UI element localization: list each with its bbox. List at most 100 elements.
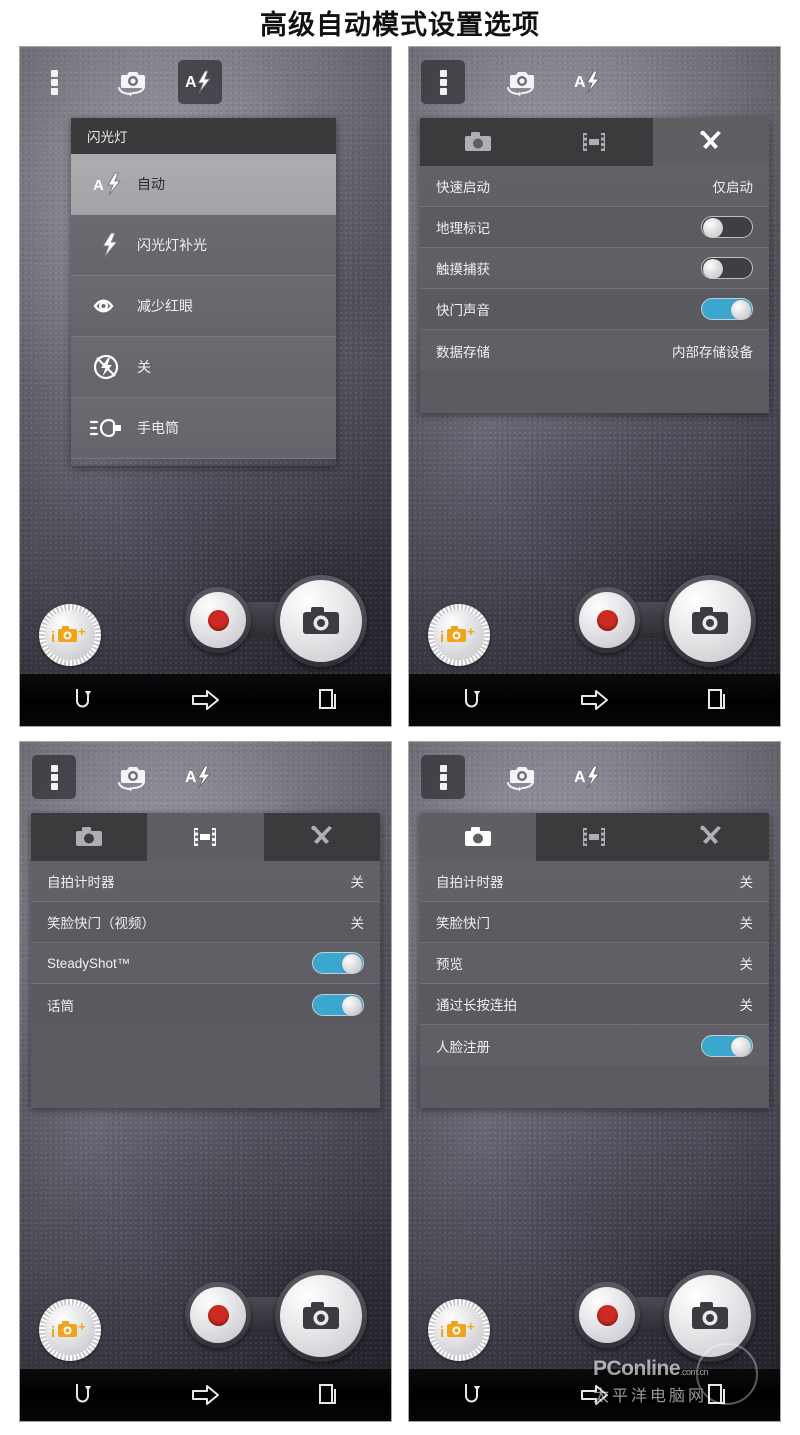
setting-row[interactable]: 话筒 <box>31 984 380 1025</box>
setting-row[interactable]: 自拍计时器 关 <box>420 861 769 902</box>
tab-video[interactable] <box>536 118 652 166</box>
switch-camera-button[interactable] <box>105 755 157 799</box>
tab-photo[interactable] <box>420 813 537 861</box>
camera-icon <box>303 1302 339 1329</box>
tab-tools[interactable] <box>652 118 769 166</box>
home-icon <box>580 1385 608 1405</box>
mode-dial-button[interactable]: i + <box>39 1299 101 1361</box>
shutter-button[interactable] <box>664 1270 756 1362</box>
tab-photo[interactable] <box>420 118 536 166</box>
tab-photo[interactable] <box>31 813 147 861</box>
back-button[interactable] <box>20 1380 144 1410</box>
setting-toggle[interactable] <box>701 1034 753 1057</box>
home-button[interactable] <box>533 687 657 713</box>
home-button[interactable] <box>144 687 268 713</box>
setting-row[interactable]: 数据存储 内部存储设备 <box>420 330 769 371</box>
svg-text:i: i <box>440 629 444 646</box>
record-dot-icon <box>596 1304 618 1326</box>
flash-mode-button[interactable]: A <box>567 755 611 799</box>
setting-row[interactable]: 自拍计时器 关 <box>31 861 380 902</box>
switch-camera-icon <box>507 767 534 792</box>
mode-dial-button[interactable]: i + <box>428 1299 490 1361</box>
overflow-menu-button[interactable] <box>421 755 465 799</box>
flash-option-torch[interactable]: 手电筒 <box>71 398 336 459</box>
setting-toggle[interactable] <box>312 993 364 1016</box>
setting-value: 关 <box>739 957 754 972</box>
shutter-button[interactable] <box>275 1270 367 1362</box>
setting-row[interactable]: SteadyShot™ <box>31 943 380 984</box>
shutter-button-face <box>280 580 362 662</box>
switch-camera-icon <box>507 72 534 97</box>
switch-camera-button[interactable] <box>494 755 546 799</box>
settings-tabs <box>420 813 769 861</box>
setting-row[interactable]: 人脸注册 <box>420 1025 769 1066</box>
record-button[interactable] <box>185 1282 251 1348</box>
switch-camera-button[interactable] <box>494 60 546 104</box>
setting-toggle[interactable] <box>701 216 753 238</box>
flash-mode-button[interactable]: A <box>567 60 611 104</box>
tools-tab-icon <box>700 825 721 844</box>
setting-toggle[interactable] <box>701 257 753 279</box>
setting-row[interactable]: 笑脸快门（视频） 关 <box>31 902 380 943</box>
toggle-knob <box>342 995 362 1016</box>
setting-row[interactable]: 快速启动 仅启动 <box>420 166 769 207</box>
overflow-menu-button[interactable] <box>421 60 465 104</box>
video-tab-icon <box>194 828 217 846</box>
setting-row[interactable]: 触摸捕获 <box>420 248 769 289</box>
tab-tools[interactable] <box>264 813 380 861</box>
mode-dial-button[interactable]: i + <box>39 604 101 666</box>
superior-auto-icon: i + <box>51 1319 86 1341</box>
page-title: 高级自动模式设置选项 <box>260 10 540 40</box>
setting-value: 关 <box>739 875 754 890</box>
setting-label: SteadyShot™ <box>47 955 131 971</box>
home-icon <box>580 690 608 710</box>
flash-option-fill[interactable]: 闪光灯补光 <box>71 215 336 276</box>
shutter-button[interactable] <box>664 575 756 667</box>
mode-dial-face: i + <box>45 610 95 660</box>
record-button[interactable] <box>574 1282 640 1348</box>
setting-row[interactable]: 通过长按连拍 关 <box>420 984 769 1025</box>
setting-label: 快速启动 <box>436 180 490 195</box>
back-button[interactable] <box>409 685 533 715</box>
home-button[interactable] <box>144 1382 268 1408</box>
tab-video[interactable] <box>536 813 652 861</box>
overflow-menu-button[interactable] <box>32 60 76 104</box>
home-button[interactable] <box>533 1382 657 1408</box>
overflow-menu-button[interactable] <box>32 755 76 799</box>
camera-tab-icon <box>465 827 492 846</box>
settings-tabs <box>420 118 769 166</box>
recents-button[interactable] <box>267 1381 391 1409</box>
back-button[interactable] <box>20 685 144 715</box>
recents-button[interactable] <box>267 686 391 714</box>
setting-row[interactable]: 预览 关 <box>420 943 769 984</box>
setting-row[interactable]: 地理标记 <box>420 207 769 248</box>
camera-icon <box>692 1302 728 1329</box>
shutter-button[interactable] <box>275 575 367 667</box>
record-button[interactable] <box>185 587 251 653</box>
capture-controls: i + <box>409 570 780 674</box>
shutter-button-face <box>669 580 751 662</box>
record-button-face <box>190 1287 246 1343</box>
mode-dial-button[interactable]: i + <box>428 604 490 666</box>
setting-toggle[interactable] <box>312 952 364 974</box>
setting-row[interactable]: 快门声音 <box>420 289 769 330</box>
back-icon <box>464 1384 481 1403</box>
recents-button[interactable] <box>656 1381 780 1409</box>
flash-mode-button[interactable]: A <box>178 755 222 799</box>
camera-topbar: A <box>409 742 780 812</box>
flash-option-red-eye[interactable]: 减少红眼 <box>71 276 336 337</box>
home-icon <box>191 1385 219 1405</box>
recents-button[interactable] <box>656 686 780 714</box>
setting-toggle[interactable] <box>701 298 753 320</box>
record-button[interactable] <box>574 587 640 653</box>
switch-camera-button[interactable] <box>105 60 157 104</box>
back-button[interactable] <box>409 1380 533 1410</box>
flash-mode-button[interactable]: A <box>178 60 222 104</box>
setting-row[interactable]: 笑脸快门 关 <box>420 902 769 943</box>
flash-option-auto[interactable]: A 自动 <box>71 154 336 215</box>
svg-text:+: + <box>467 624 475 639</box>
flash-option-off[interactable]: 关 <box>71 337 336 398</box>
tab-tools[interactable] <box>653 813 769 861</box>
tab-video[interactable] <box>147 813 264 861</box>
mode-dial-face: i + <box>434 610 484 660</box>
